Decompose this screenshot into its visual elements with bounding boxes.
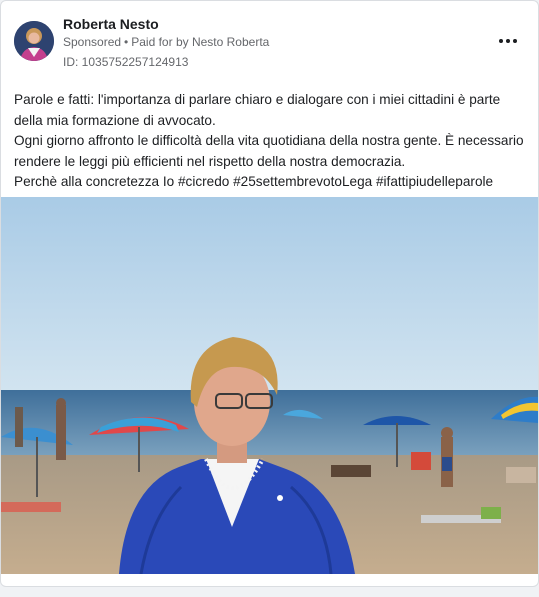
meta-separator: • xyxy=(124,35,129,49)
avatar[interactable] xyxy=(14,21,54,61)
more-horizontal-icon xyxy=(499,39,517,43)
post-header: Roberta Nesto Sponsored • Paid for by Nest… xyxy=(1,1,538,79)
avatar-image xyxy=(14,21,54,61)
sponsored-label[interactable]: Sponsored xyxy=(63,35,121,49)
post-text-line: Ogni giorno affronto le difficoltà della… xyxy=(14,133,524,169)
beach-portrait-image xyxy=(1,197,538,574)
sponsored-meta: Sponsored • Paid for by Nesto Roberta xyxy=(63,35,269,49)
post-text: Parole e fatti: l'importanza di parlare … xyxy=(14,90,529,193)
post-text-line: Perchè alla concretezza Io #cicredo #25s… xyxy=(14,174,494,189)
paid-for-label[interactable]: Paid for by Nesto Roberta xyxy=(131,35,269,49)
more-options-button[interactable] xyxy=(496,31,520,51)
post-text-line: Parole e fatti: l'importanza di parlare … xyxy=(14,92,501,128)
ad-id: ID: 1035752257124913 xyxy=(63,55,189,69)
author-name[interactable]: Roberta Nesto xyxy=(63,16,159,32)
post-image[interactable] xyxy=(1,197,538,574)
ad-post-card: Roberta Nesto Sponsored • Paid for by Nest… xyxy=(0,0,539,587)
